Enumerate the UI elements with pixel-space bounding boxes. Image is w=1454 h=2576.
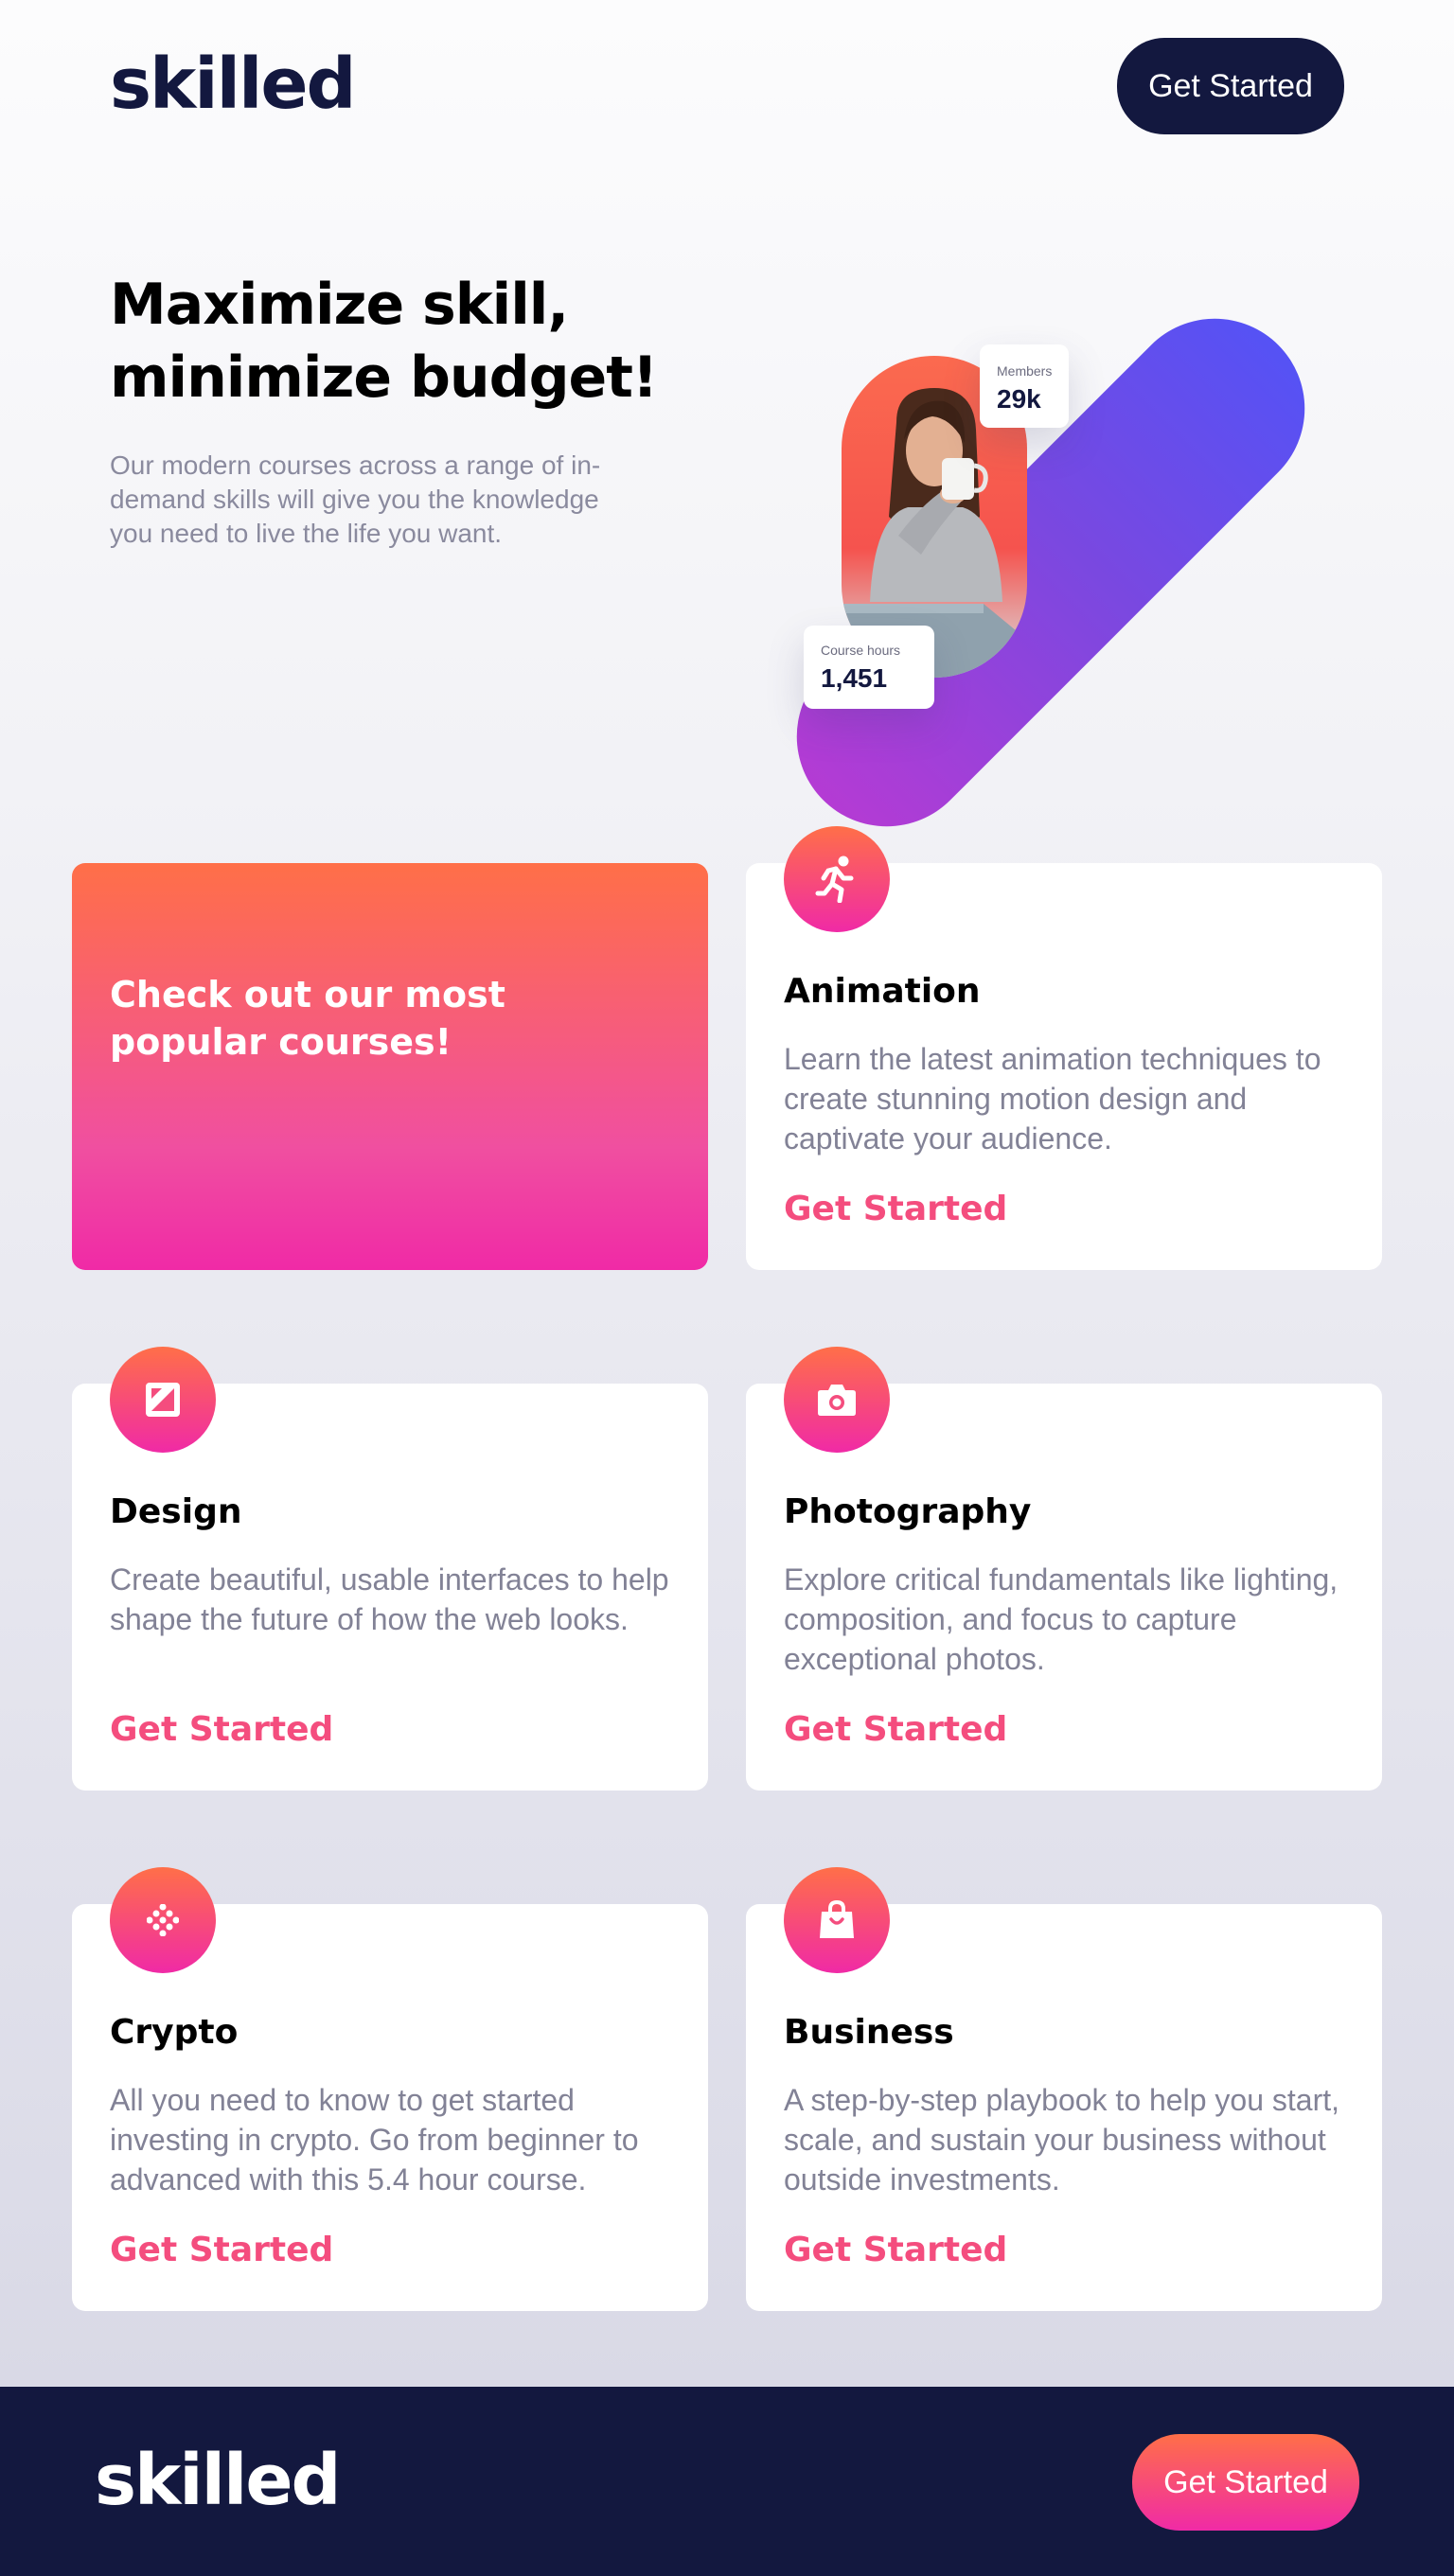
course-title: Crypto xyxy=(110,2013,239,2052)
design-get-started-link[interactable]: Get Started xyxy=(110,1709,333,1751)
shopping-bag-icon xyxy=(784,1867,890,1973)
course-card-crypto: Crypto All you need to know to get start… xyxy=(72,1867,708,2311)
course-card-business: Business A step-by-step playbook to help… xyxy=(746,1867,1382,2311)
business-get-started-link[interactable]: Get Started xyxy=(784,2230,1007,2271)
course-hours-stat-label: Course hours xyxy=(821,643,901,658)
course-card-animation: Animation Learn the latest animation tec… xyxy=(746,826,1382,1270)
hero-title: Maximize skill, minimize budget! xyxy=(110,272,658,411)
course-hours-stat-value: 1,451 xyxy=(821,663,888,693)
course-title: Design xyxy=(110,1492,242,1531)
design-icon xyxy=(110,1347,216,1453)
course-description: Explore critical fundamentals like light… xyxy=(784,1562,1339,1676)
footer-logo[interactable]: skilled xyxy=(95,2445,342,2515)
members-stat-label: Members xyxy=(997,363,1053,379)
camera-icon xyxy=(784,1347,890,1453)
members-stat-value: 29k xyxy=(997,384,1041,414)
footer: skilled Get Started xyxy=(0,2387,1454,2576)
crypto-get-started-link[interactable]: Get Started xyxy=(110,2230,333,2271)
promo-heading: Check out our most popular courses! xyxy=(110,974,505,1063)
course-title: Animation xyxy=(784,972,981,1011)
course-title: Photography xyxy=(784,1492,1032,1531)
hero-subtitle: Our modern courses across a range of in-… xyxy=(110,450,601,548)
course-hours-stat-card: Course hours 1,451 xyxy=(804,626,934,709)
course-description: A step-by-step playbook to help you star… xyxy=(784,2083,1339,2197)
header-get-started-button[interactable]: Get Started xyxy=(1117,38,1344,134)
running-person-icon xyxy=(784,826,890,932)
photography-get-started-link[interactable]: Get Started xyxy=(784,1709,1007,1751)
crypto-icon xyxy=(110,1867,216,1973)
popular-courses-promo-card: Check out our most popular courses! xyxy=(72,863,708,1270)
course-card-photography: Photography Explore critical fundamental… xyxy=(746,1347,1382,1791)
animation-get-started-link[interactable]: Get Started xyxy=(784,1189,1007,1230)
members-stat-card: Members 29k xyxy=(980,344,1069,428)
footer-get-started-button[interactable]: Get Started xyxy=(1132,2434,1359,2531)
course-card-design: Design Create beautiful, usable interfac… xyxy=(72,1347,708,1791)
course-description: Create beautiful, usable interfaces to h… xyxy=(110,1562,669,1636)
logo[interactable]: skilled xyxy=(110,49,357,119)
course-description: All you need to know to get started inve… xyxy=(110,2083,639,2197)
course-description: Learn the latest animation techniques to… xyxy=(784,1042,1321,1156)
course-title: Business xyxy=(784,2013,954,2052)
